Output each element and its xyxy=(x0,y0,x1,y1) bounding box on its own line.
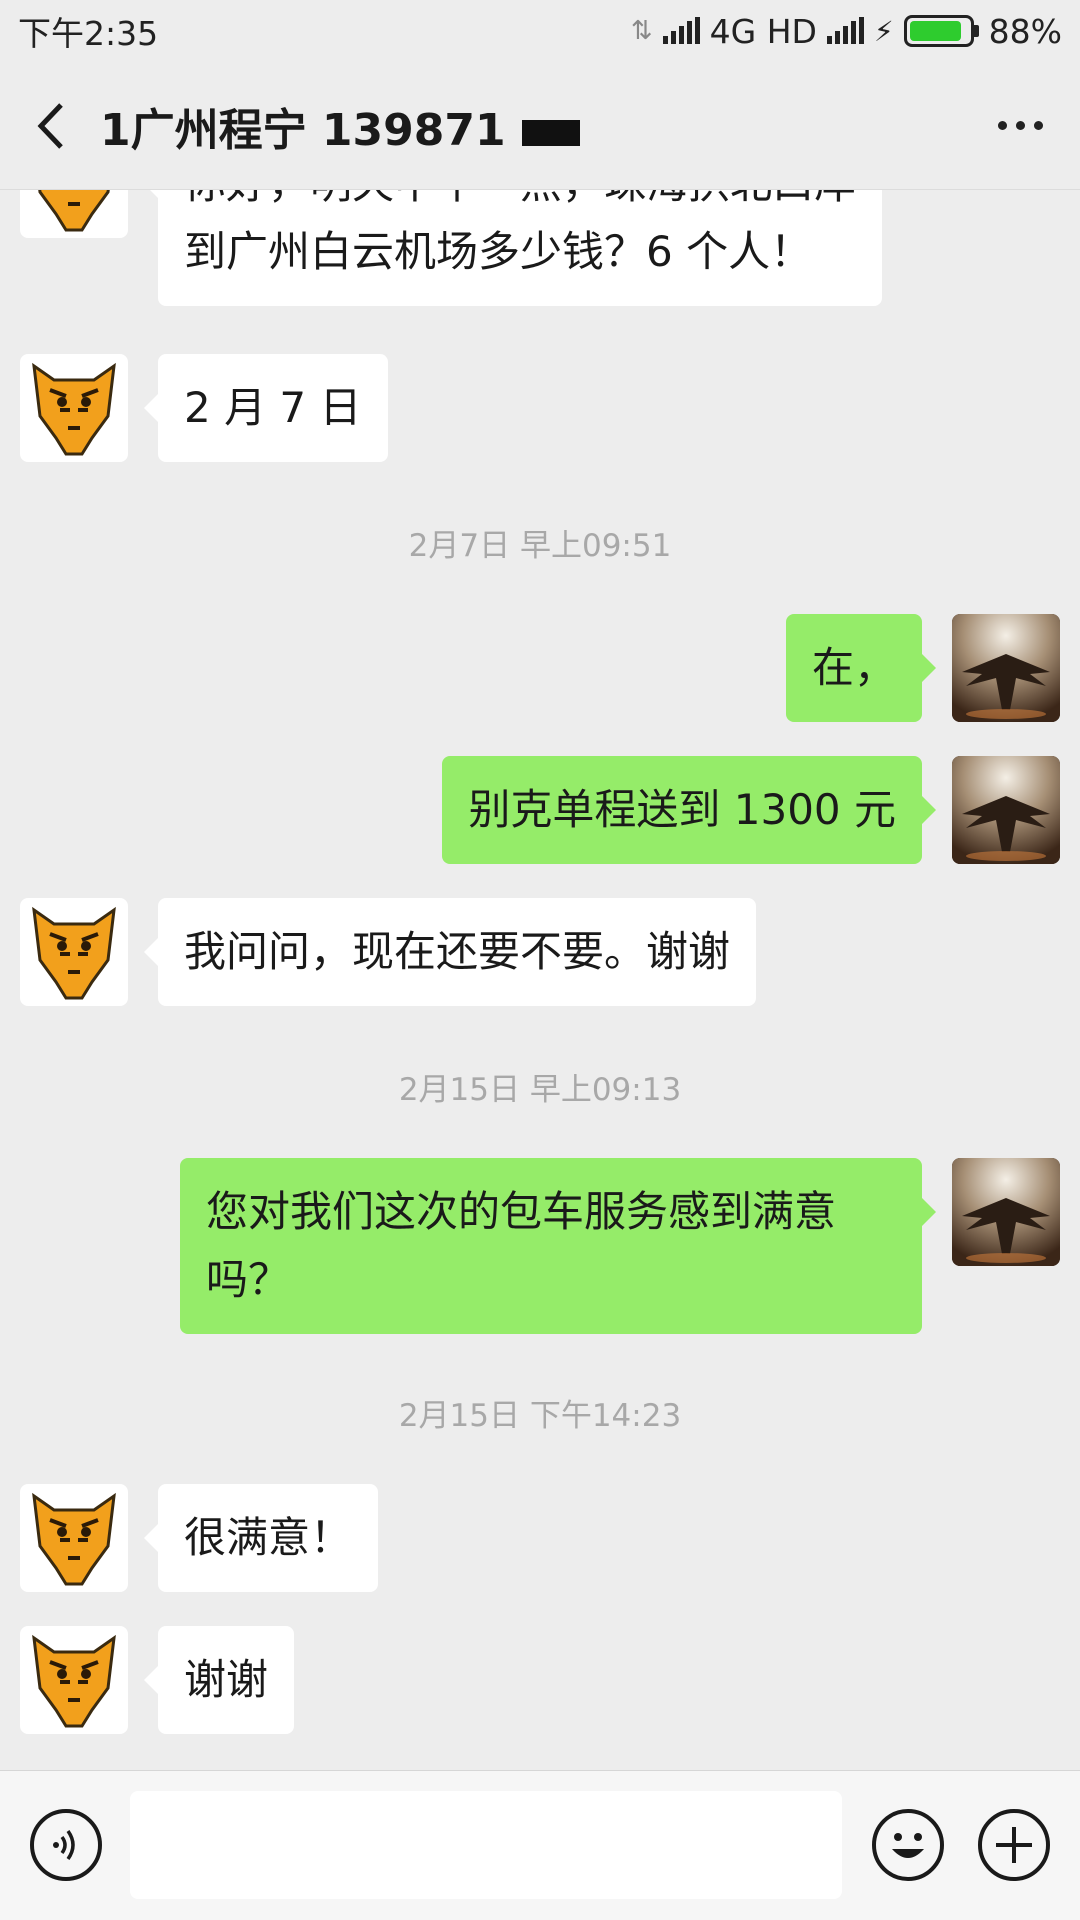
message-list[interactable]: 你好，明天中午一点，珠海拱北口岸 到广州白云机场多少钱？6 个人！ 2 月 7 … xyxy=(0,190,1080,1770)
contact-name: 1广州程宁 139871 xyxy=(100,104,506,156)
input-bar xyxy=(0,1770,1080,1920)
voice-input-button[interactable] xyxy=(30,1809,102,1881)
received-message[interactable]: 我问问，现在还要不要。谢谢 xyxy=(143,898,757,1006)
signal-icon xyxy=(662,17,700,44)
signal-icon-2 xyxy=(826,17,864,44)
sent-message[interactable]: 别克单程送到 1300 元 xyxy=(442,756,936,864)
chat-title: 1广州程宁 139871 xyxy=(100,94,960,158)
data-arrows-icon: ⇅ xyxy=(630,16,653,46)
sent-message[interactable]: 您对我们这次的包车服务感到满意 吗？ xyxy=(180,1158,936,1334)
message-line: 你好，明天中午一点，珠海拱北口岸 xyxy=(184,190,856,218)
dot-icon xyxy=(1015,121,1025,130)
timestamp: 2月15日 下午14:23 xyxy=(398,1398,682,1434)
user-avatar[interactable] xyxy=(952,614,1060,722)
contact-avatar[interactable] xyxy=(20,898,128,1006)
chevron-left-icon xyxy=(37,102,63,149)
emoji-button[interactable] xyxy=(872,1809,944,1881)
tiger-avatar-icon xyxy=(32,1634,116,1728)
battery-icon xyxy=(903,15,979,47)
battery-fill xyxy=(909,21,961,41)
status-time: 下午2:35 xyxy=(18,14,159,53)
tiger-avatar-icon xyxy=(32,362,116,456)
sent-message[interactable]: 在， xyxy=(785,614,937,722)
voice-icon xyxy=(53,1829,75,1861)
network-label: 4G HD xyxy=(709,11,817,51)
dot-icon xyxy=(997,121,1007,130)
contact-avatar[interactable] xyxy=(20,1484,128,1592)
contact-avatar[interactable] xyxy=(20,1626,128,1734)
charging-icon: ⚡ xyxy=(873,14,894,48)
status-indicators: ⇅ 4G HD ⚡ 88% xyxy=(631,12,1062,51)
received-message[interactable]: 谢谢 xyxy=(143,1626,295,1734)
received-message[interactable]: 2 月 7 日 xyxy=(144,354,388,462)
back-button[interactable] xyxy=(0,62,100,190)
contact-avatar[interactable] xyxy=(20,354,128,462)
tiger-avatar-icon xyxy=(32,906,116,1000)
smiley-icon xyxy=(892,1833,924,1858)
redaction-mark xyxy=(521,119,580,146)
contact-avatar[interactable] xyxy=(20,190,128,238)
message-line: 您对我们这次的包车服务感到满意 xyxy=(206,1187,837,1236)
tiger-avatar-icon xyxy=(32,1492,116,1586)
user-avatar[interactable] xyxy=(952,1158,1060,1266)
plus-icon xyxy=(996,1827,1032,1863)
status-bar: 下午2:35 ⇅ 4G HD ⚡ 88% xyxy=(0,0,1080,62)
message-line: 吗？ xyxy=(206,1255,291,1304)
user-avatar[interactable] xyxy=(952,756,1060,864)
winged-figure-avatar-icon xyxy=(952,1158,1060,1266)
dot-icon xyxy=(1033,121,1043,130)
timestamp: 2月15日 早上09:13 xyxy=(398,1072,682,1108)
more-functions-button[interactable] xyxy=(978,1809,1050,1881)
message-line: 到广州白云机场多少钱？6 个人！ xyxy=(184,227,813,276)
battery-percent: 88% xyxy=(988,11,1062,51)
chat-header: 1广州程宁 139871 xyxy=(0,62,1080,190)
tiger-avatar-icon xyxy=(38,190,110,232)
timestamp: 2月7日 早上09:51 xyxy=(408,528,672,564)
more-options-button[interactable] xyxy=(960,62,1080,190)
received-message[interactable]: 很满意！ xyxy=(143,1484,379,1592)
winged-figure-avatar-icon xyxy=(952,756,1060,864)
winged-figure-avatar-icon xyxy=(952,614,1060,722)
received-message[interactable]: 你好，明天中午一点，珠海拱北口岸 到广州白云机场多少钱？6 个人！ xyxy=(143,190,883,306)
message-input[interactable] xyxy=(130,1791,842,1899)
